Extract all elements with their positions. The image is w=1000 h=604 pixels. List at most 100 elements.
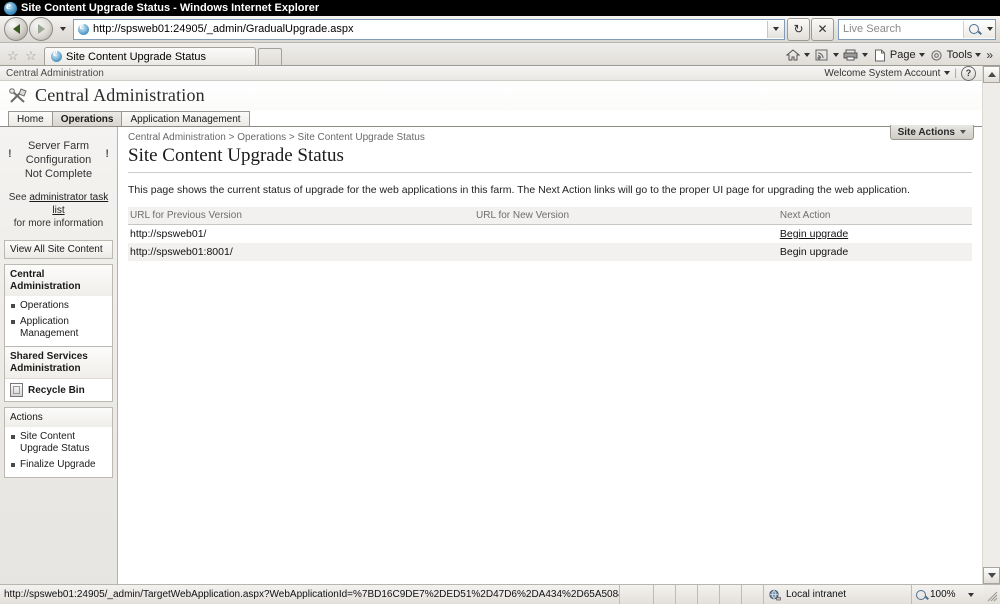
site-title-band: Central Administration xyxy=(0,81,982,110)
refresh-icon: ↻ xyxy=(793,22,804,36)
search-input[interactable]: Live Search xyxy=(839,23,963,35)
column-header-next-action: Next Action xyxy=(777,207,972,225)
top-nav-application-management[interactable]: Application Management xyxy=(121,111,250,126)
star-icon: ☆ xyxy=(7,47,19,63)
page-menu-button[interactable]: Page xyxy=(870,45,927,65)
top-navigation: Home Operations Application Management S… xyxy=(0,110,982,140)
title-bar: Site Content Upgrade Status - Windows In… xyxy=(0,0,1000,16)
global-site-label: Central Administration xyxy=(6,67,104,79)
status-cell-blank xyxy=(698,585,720,604)
actions-box: Actions Site Content Upgrade Status Fina… xyxy=(4,407,113,478)
zoom-control[interactable]: 100% xyxy=(912,585,984,604)
status-url: http://spsweb01:24905/_admin/TargetWebAp… xyxy=(0,585,620,604)
print-button[interactable] xyxy=(841,45,870,65)
toolbar-overflow-button[interactable]: » xyxy=(983,48,996,62)
top-nav-operations[interactable]: Operations xyxy=(51,111,123,126)
nav-list-central-administration: Operations Application Management xyxy=(5,296,112,346)
browser-tab[interactable]: Site Content Upgrade Status xyxy=(44,47,256,65)
view-all-site-content-button[interactable]: View All Site Content xyxy=(4,240,113,259)
cell-next-action: Begin upgrade xyxy=(777,243,972,261)
chevron-down-icon xyxy=(803,53,810,57)
feeds-button[interactable] xyxy=(812,45,841,65)
nav-header-actions: Actions xyxy=(5,407,112,427)
begin-upgrade-link[interactable]: Begin upgrade xyxy=(780,228,848,240)
search-box[interactable]: Live Search xyxy=(838,18,996,40)
rss-feed-icon xyxy=(814,48,830,62)
scroll-up-button[interactable] xyxy=(983,66,1000,83)
star-plus-icon: ☆ xyxy=(25,47,37,63)
bullet-icon xyxy=(11,304,15,308)
nav-header-central-administration[interactable]: Central Administration xyxy=(5,264,112,296)
address-dropdown-button[interactable] xyxy=(767,20,784,38)
search-icon xyxy=(969,24,979,34)
separator: | xyxy=(954,67,957,79)
chevron-down-icon xyxy=(832,53,839,57)
top-nav-label: Application Management xyxy=(130,113,241,125)
scroll-down-button[interactable] xyxy=(983,567,1000,584)
new-tab-button[interactable] xyxy=(258,48,282,65)
site-actions-button[interactable]: Site Actions xyxy=(889,125,974,140)
left-navigation-panel: ! ! Server Farm Configuration Not Comple… xyxy=(0,127,118,584)
status-cell-blank xyxy=(720,585,742,604)
sidebar-item-label: Finalize Upgrade xyxy=(20,459,96,470)
security-zone-label: Local intranet xyxy=(786,589,847,600)
search-go-button[interactable] xyxy=(963,20,984,38)
sidebar-item-recycle-bin[interactable]: Recycle Bin xyxy=(5,378,112,401)
cell-next-action: Begin upgrade xyxy=(778,225,972,244)
vertical-scrollbar[interactable] xyxy=(982,66,1000,584)
chevron-down-icon xyxy=(60,27,66,31)
sidebar-item-application-management[interactable]: Application Management xyxy=(5,314,112,342)
search-provider-dropdown[interactable] xyxy=(984,20,995,38)
triangle-up-icon xyxy=(987,72,996,77)
nav-header-shared-services-administration[interactable]: Shared Services Administration xyxy=(5,346,112,378)
administrator-task-list-text: See administrator task list for more inf… xyxy=(4,191,113,230)
warning-icon: ! xyxy=(8,148,12,160)
status-bar: http://spsweb01:24905/_admin/TargetWebAp… xyxy=(0,584,1000,604)
begin-upgrade-link[interactable]: Begin upgrade xyxy=(780,246,848,258)
sidebar-item-finalize-upgrade[interactable]: Finalize Upgrade xyxy=(5,457,112,473)
main-content: Central Administration > Operations > Si… xyxy=(118,127,982,584)
upgrade-status-table: URL for Previous Version URL for New Ver… xyxy=(128,207,972,261)
task-text-before: See xyxy=(8,192,30,203)
ie-logo-icon xyxy=(4,1,17,15)
home-button[interactable] xyxy=(783,45,812,65)
table-row: http://spsweb01:8001/ Begin upgrade xyxy=(128,243,972,261)
sidebar-item-site-content-upgrade-status[interactable]: Site Content Upgrade Status xyxy=(5,429,112,457)
page-title: Site Content Upgrade Status xyxy=(128,145,344,166)
scrollbar-track[interactable] xyxy=(983,83,1000,567)
stop-button[interactable]: ✕ xyxy=(811,17,834,41)
arrow-left-icon xyxy=(12,24,20,34)
chevron-down-icon xyxy=(975,53,982,57)
quick-launch: Central Administration Operations Applic… xyxy=(4,264,113,402)
address-bar[interactable]: http://spsweb01:24905/_admin/GradualUpgr… xyxy=(73,18,785,40)
status-cell-blank xyxy=(654,585,676,604)
back-button[interactable] xyxy=(4,17,28,41)
refresh-button[interactable]: ↻ xyxy=(787,17,810,41)
tools-menu-button[interactable]: Tools xyxy=(927,45,984,65)
add-favorite-button[interactable]: ☆ xyxy=(22,45,40,65)
page-description: This page shows the current status of up… xyxy=(128,184,910,196)
farm-warning-line: Configuration xyxy=(25,154,92,166)
administrator-task-list-link[interactable]: administrator task list xyxy=(29,192,108,216)
web-page: Central Administration Welcome System Ac… xyxy=(0,66,982,584)
recent-pages-button[interactable] xyxy=(56,19,70,39)
sidebar-item-operations[interactable]: Operations xyxy=(5,298,112,314)
forward-button[interactable] xyxy=(29,17,53,41)
bullet-icon xyxy=(11,320,15,324)
top-nav-home[interactable]: Home xyxy=(8,111,53,126)
central-admin-tools-icon xyxy=(8,86,30,106)
gear-icon xyxy=(929,48,945,62)
browser-viewport: Central Administration Welcome System Ac… xyxy=(0,66,1000,584)
favorites-center-button[interactable]: ☆ xyxy=(4,45,22,65)
security-zone[interactable]: Local intranet xyxy=(764,585,912,604)
help-icon[interactable]: ? xyxy=(961,66,976,81)
chevron-down-icon[interactable] xyxy=(967,592,974,597)
chevron-down-icon xyxy=(986,27,993,31)
address-value: http://spsweb01:24905/_admin/GradualUpgr… xyxy=(93,23,354,35)
upgrade-status-table-wrapper: URL for Previous Version URL for New Ver… xyxy=(118,207,982,261)
resize-grip[interactable] xyxy=(984,585,1000,604)
sidebar-item-label: Operations xyxy=(20,300,69,311)
welcome-menu[interactable]: Welcome System Account xyxy=(824,68,940,79)
tab-favicon-icon xyxy=(51,51,62,62)
view-all-site-content-label: View All Site Content xyxy=(10,244,103,255)
